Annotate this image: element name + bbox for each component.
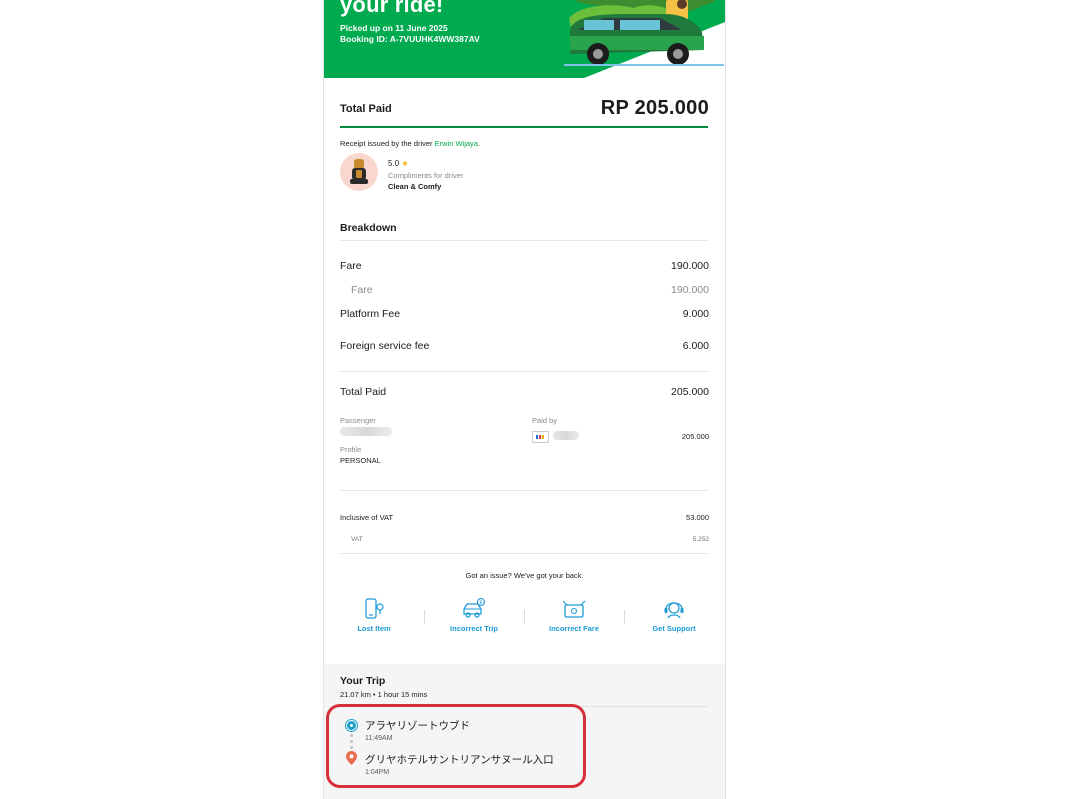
get-support-label: Get Support: [652, 624, 696, 633]
fare-label: Fare: [340, 260, 362, 272]
driver-name: Erwin Wijaya: [434, 139, 478, 148]
car-seat-icon: [350, 159, 368, 184]
incorrect-trip-label: Incorrect Trip: [450, 624, 498, 633]
car-dollar-icon: $: [463, 598, 486, 618]
hero-title: your ride!: [340, 0, 444, 17]
vat-label: VAT: [351, 536, 363, 543]
rating-value: 5.0: [388, 159, 400, 168]
get-support-button[interactable]: Get Support: [624, 598, 724, 633]
trip-title: Your Trip: [340, 675, 386, 687]
divider: [340, 553, 708, 554]
payment-method-redacted: [553, 431, 579, 440]
paid-by-label: Paid by: [532, 416, 558, 425]
total-paid-amount: RP 205.000: [600, 97, 709, 119]
passenger-label: Passenger: [340, 416, 376, 425]
incorrect-fare-button[interactable]: Incorrect Fare: [524, 598, 624, 633]
incorrect-fare-label: Incorrect Fare: [548, 624, 600, 633]
total-paid-label: Total Paid: [340, 103, 392, 115]
compliment-value: Clean & Comfy: [388, 182, 442, 191]
pickup-date: Picked up on 11 June 2025: [340, 23, 448, 33]
incorrect-trip-button[interactable]: $ Incorrect Trip: [424, 598, 524, 633]
fare-value: 190.000: [671, 260, 709, 272]
divider: [340, 371, 708, 372]
route-highlight-annotation: [326, 704, 586, 788]
paid-amount: 205.000: [681, 432, 709, 441]
total-value: 205.000: [671, 386, 709, 398]
compliments-label: Compliments for driver: [388, 171, 464, 180]
driver-avatar: [340, 153, 378, 191]
receipt-issuer: Receipt issued by the driver Erwin Wijay…: [340, 139, 480, 148]
platform-fee-label: Platform Fee: [340, 308, 401, 320]
platform-fee-value: 9.000: [682, 308, 709, 320]
divider: [340, 240, 708, 241]
booking-id: Booking ID: A-7VUUHK4WW387AV: [340, 34, 480, 44]
breakdown-title: Breakdown: [340, 222, 397, 234]
star-icon: ★: [401, 159, 409, 168]
receipt-card: your ride! Picked up on 11 June 2025 Boo…: [323, 0, 726, 799]
payment-card-icon: [532, 431, 549, 443]
driver-rating: 5.0 ★: [388, 159, 409, 168]
vat-value: 5.252: [692, 536, 709, 543]
car-illustration: [564, 0, 724, 66]
issuer-suffix: .: [477, 139, 481, 148]
inclusive-vat-label: Inclusive of VAT: [340, 513, 394, 522]
trip-distance-duration: 21.07 km • 1 hour 15 mins: [340, 690, 428, 699]
inclusive-vat-value: 53.000: [686, 513, 709, 522]
fare-sub-value: 190.000: [671, 284, 709, 296]
issuer-prefix: Receipt issued by the driver: [340, 139, 435, 148]
divider: [340, 490, 708, 491]
divider: [340, 126, 708, 128]
fare-card-icon: [562, 600, 586, 618]
foreign-fee-label: Foreign service fee: [340, 340, 430, 352]
foreign-fee-value: 6.000: [682, 340, 709, 352]
phone-pin-icon: [365, 598, 384, 619]
passenger-name-redacted: [340, 427, 392, 436]
profile-value: PERSONAL: [340, 456, 381, 465]
fare-sub-label: Fare: [351, 284, 373, 296]
total-label: Total Paid: [340, 386, 387, 398]
headset-icon: [664, 602, 684, 619]
profile-label: Profile: [340, 445, 362, 454]
support-prompt: Got an issue? We've got your back.: [465, 571, 584, 580]
svg-text:$: $: [479, 600, 482, 606]
lost-item-button[interactable]: Lost Item: [324, 598, 424, 633]
lost-item-label: Lost Item: [357, 624, 391, 633]
